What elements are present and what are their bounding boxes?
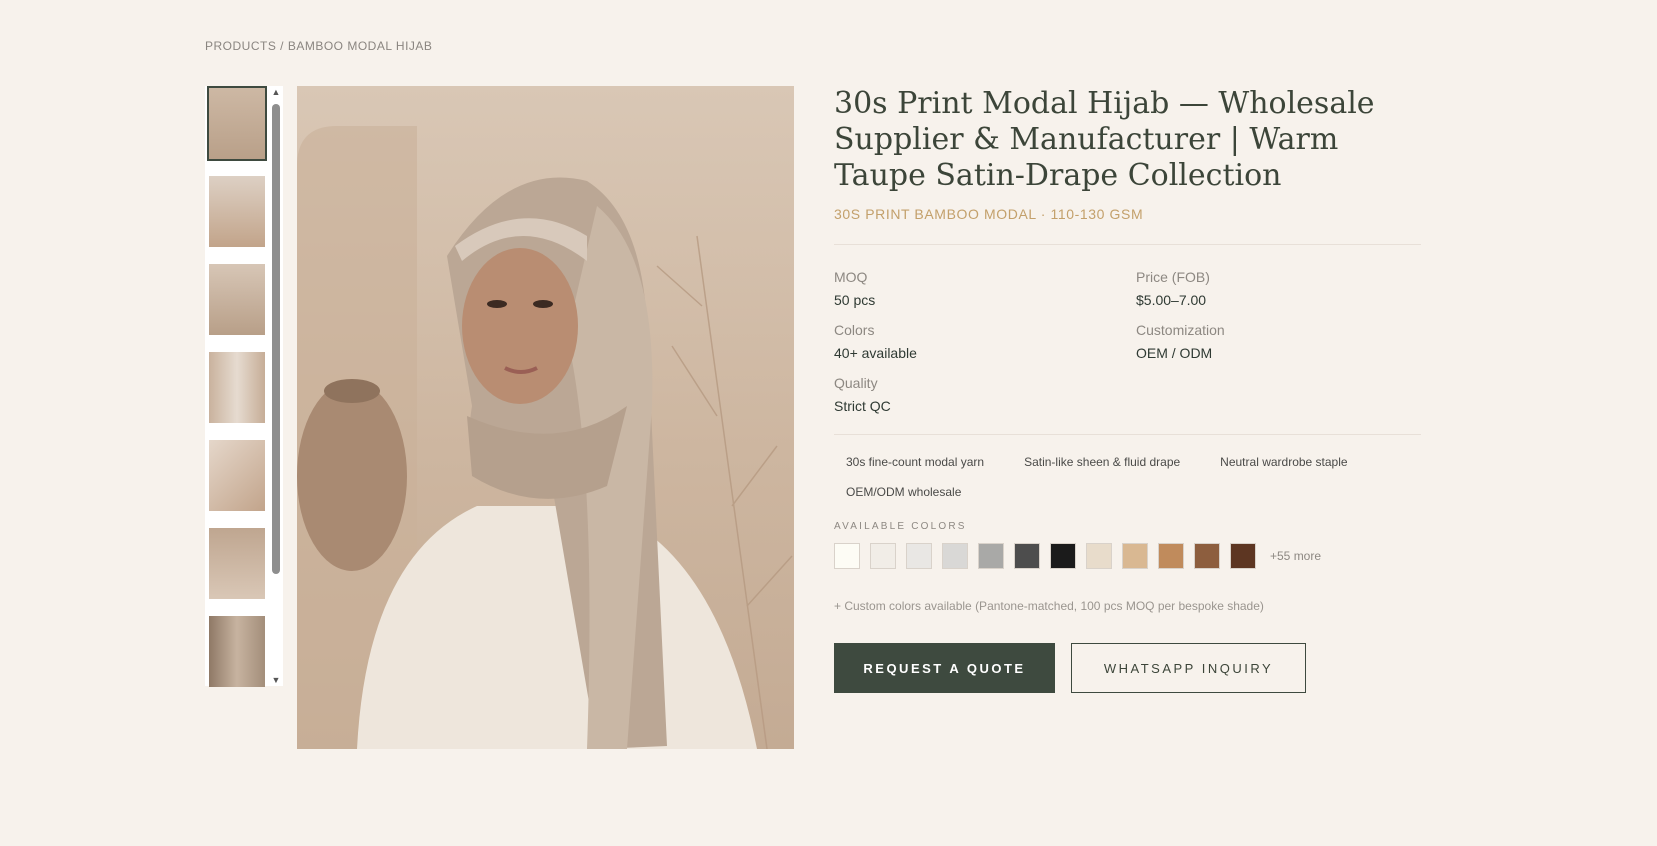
color-swatch[interactable] <box>1086 543 1112 569</box>
feature-tag: Neutral wardrobe staple <box>1220 455 1348 469</box>
color-swatch[interactable] <box>978 543 1004 569</box>
hijab-model-photo <box>297 126 793 749</box>
color-swatches: +55 more <box>834 543 1421 569</box>
thumbnail-gallery: ▲ ▼ <box>205 86 285 689</box>
product-title: 30s Print Modal Hijab — Wholesale Suppli… <box>834 86 1375 193</box>
thumbnail-list <box>205 86 275 689</box>
color-swatch[interactable] <box>1122 543 1148 569</box>
spec-moq: MOQ 50 pcs <box>834 269 1136 308</box>
thumbnail-7[interactable] <box>207 614 267 689</box>
product-info: 30s Print Modal Hijab — Wholesale Suppli… <box>834 86 1421 693</box>
thumbnail-6[interactable] <box>207 526 267 601</box>
spec-price: Price (FOB) $5.00–7.00 <box>1136 269 1421 308</box>
thumbnail-5[interactable] <box>207 438 267 513</box>
feature-tag: Satin-like sheen & fluid drape <box>1024 455 1181 469</box>
thumbnail-4[interactable] <box>207 350 267 425</box>
product-subtitle: 30S PRINT BAMBOO MODAL · 110-130 GSM <box>834 206 1144 222</box>
thumbnail-3[interactable] <box>207 262 267 337</box>
spec-label: Quality <box>834 375 878 391</box>
spec-value: $5.00–7.00 <box>1136 292 1207 308</box>
color-swatch[interactable] <box>1194 543 1220 569</box>
color-swatch[interactable] <box>1050 543 1076 569</box>
breadcrumb[interactable]: PRODUCTS / BAMBOO MODAL HIJAB <box>205 39 432 53</box>
color-swatch[interactable] <box>906 543 932 569</box>
scrollbar-thumb[interactable] <box>272 104 280 574</box>
feature-tag: 30s fine-count modal yarn <box>846 455 985 469</box>
feature-tag: OEM/ODM wholesale <box>846 485 962 499</box>
color-swatch[interactable] <box>1230 543 1256 569</box>
spec-customization: Customization OEM / ODM <box>1136 322 1421 361</box>
thumbnail-2[interactable] <box>207 174 267 249</box>
color-swatch[interactable] <box>1014 543 1040 569</box>
custom-colors-note: + Custom colors available (Pantone-match… <box>834 599 1264 613</box>
more-colors-link[interactable]: +55 more <box>1270 549 1321 563</box>
scroll-down-icon[interactable]: ▼ <box>269 674 283 686</box>
divider <box>834 244 1421 245</box>
spec-value: OEM / ODM <box>1136 345 1213 361</box>
color-swatch[interactable] <box>834 543 860 569</box>
feature-tags: 30s fine-count modal yarn Satin-like she… <box>834 451 1421 503</box>
spec-label: Price (FOB) <box>1136 269 1210 285</box>
request-quote-button[interactable]: REQUEST A QUOTE <box>834 643 1055 693</box>
thumbnail-1[interactable] <box>207 86 267 161</box>
divider <box>834 434 1421 435</box>
spec-label: Customization <box>1136 322 1225 338</box>
spec-label: Colors <box>834 322 875 338</box>
available-colors-heading: AVAILABLE COLORS <box>834 521 967 532</box>
thumbnail-scrollbar[interactable]: ▲ ▼ <box>269 86 283 686</box>
spec-colors: Colors 40+ available <box>834 322 1136 361</box>
color-swatch[interactable] <box>870 543 896 569</box>
spec-value: 50 pcs <box>834 292 876 308</box>
spec-grid: MOQ 50 pcs Price (FOB) $5.00–7.00 Colors… <box>834 269 1421 414</box>
action-buttons: REQUEST A QUOTE WHATSAPP INQUIRY <box>834 643 1421 693</box>
spec-quality: Quality Strict QC <box>834 375 1136 414</box>
spec-label: MOQ <box>834 269 868 285</box>
color-swatch[interactable] <box>942 543 968 569</box>
scroll-up-icon[interactable]: ▲ <box>269 86 283 98</box>
color-swatch[interactable] <box>1158 543 1184 569</box>
main-product-image <box>297 86 794 749</box>
spec-value: 40+ available <box>834 345 917 361</box>
spec-value: Strict QC <box>834 398 891 414</box>
whatsapp-inquiry-button[interactable]: WHATSAPP INQUIRY <box>1071 643 1306 693</box>
